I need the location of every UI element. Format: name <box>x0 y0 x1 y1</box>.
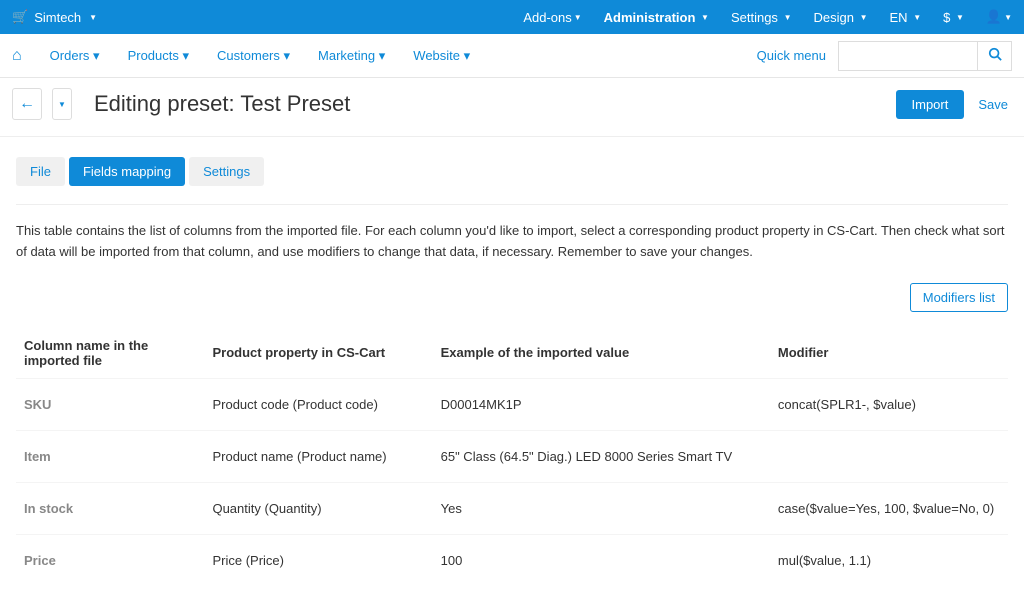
quick-menu-link[interactable]: Quick menu <box>757 48 826 63</box>
tab-settings[interactable]: Settings <box>189 157 264 186</box>
save-button[interactable]: Save <box>974 90 1012 119</box>
cell-product-property[interactable]: Quantity (Quantity) <box>204 482 432 534</box>
tabs: File Fields mapping Settings <box>16 157 1008 186</box>
chevron-down-icon: ▾ <box>93 48 100 64</box>
top-nav-currency[interactable]: $ ▼ <box>943 10 964 25</box>
brand-label: Simtech <box>34 10 81 25</box>
table-row: Item Product name (Product name) 65" Cla… <box>16 430 1008 482</box>
menu-left: ⌂ Orders ▾ Products ▾ Customers ▾ Market… <box>12 47 470 65</box>
cell-column-name: SKU <box>16 378 204 430</box>
divider <box>16 204 1008 205</box>
menu-customers[interactable]: Customers ▾ <box>217 48 290 64</box>
th-modifier: Modifier <box>770 328 1008 379</box>
top-nav-administration[interactable]: Administration ▼ <box>604 10 709 25</box>
cell-column-name: Price <box>16 534 204 586</box>
cell-modifier[interactable]: mul($value, 1.1) <box>770 534 1008 586</box>
user-icon: 👤 <box>986 9 1002 25</box>
chevron-down-icon: ▼ <box>956 13 964 22</box>
modifiers-list-button[interactable]: Modifiers list <box>910 283 1008 312</box>
chevron-down-icon: ▼ <box>701 13 709 22</box>
top-nav-settings[interactable]: Settings ▼ <box>731 10 792 25</box>
fields-table: Column name in the imported file Product… <box>16 328 1008 586</box>
menu-right: Quick menu <box>757 41 1012 71</box>
import-button[interactable]: Import <box>896 90 965 119</box>
cell-column-name: In stock <box>16 482 204 534</box>
description-text: This table contains the list of columns … <box>16 221 1008 263</box>
top-bar: 🛒 Simtech ▼ Add-ons▼ Administration ▼ Se… <box>0 0 1024 34</box>
content-area: File Fields mapping Settings This table … <box>0 137 1024 606</box>
table-row: Price Price (Price) 100 mul($value, 1.1) <box>16 534 1008 586</box>
chevron-down-icon: ▼ <box>574 13 582 22</box>
search-icon <box>988 47 1002 64</box>
chevron-down-icon: ▼ <box>784 13 792 22</box>
back-button[interactable]: ← <box>12 88 42 120</box>
top-nav-design[interactable]: Design ▼ <box>813 10 867 25</box>
chevron-down-icon: ▾ <box>284 48 291 64</box>
th-example: Example of the imported value <box>433 328 770 379</box>
th-column-name: Column name in the imported file <box>16 328 204 379</box>
top-nav-addons[interactable]: Add-ons▼ <box>523 10 581 25</box>
title-bar: ← ▼ Editing preset: Test Preset Import S… <box>0 78 1024 137</box>
top-nav-language[interactable]: EN ▼ <box>890 10 922 25</box>
cart-icon: 🛒 <box>12 9 28 25</box>
tab-fields-mapping[interactable]: Fields mapping <box>69 157 185 186</box>
brand-link[interactable]: 🛒 Simtech ▼ <box>12 9 97 25</box>
page-title: Editing preset: Test Preset <box>94 91 350 117</box>
chevron-down-icon: ▼ <box>913 13 921 22</box>
cell-modifier[interactable] <box>770 430 1008 482</box>
menu-website[interactable]: Website ▾ <box>413 48 470 64</box>
menu-orders[interactable]: Orders ▾ <box>50 48 100 64</box>
cell-column-name: Item <box>16 430 204 482</box>
chevron-down-icon: ▾ <box>183 48 190 64</box>
table-row: In stock Quantity (Quantity) Yes case($v… <box>16 482 1008 534</box>
cell-example: 65" Class (64.5" Diag.) LED 8000 Series … <box>433 430 770 482</box>
cell-modifier[interactable]: concat(SPLR1-, $value) <box>770 378 1008 430</box>
top-nav: Add-ons▼ Administration ▼ Settings ▼ Des… <box>523 9 1012 25</box>
menu-products[interactable]: Products ▾ <box>128 48 189 64</box>
title-left: ← ▼ Editing preset: Test Preset <box>12 88 350 120</box>
search-group <box>838 41 1012 71</box>
arrow-left-icon: ← <box>19 95 35 113</box>
top-nav-user[interactable]: 👤▼ <box>986 9 1012 25</box>
cell-example: D00014MK1P <box>433 378 770 430</box>
chevron-down-icon: ▼ <box>58 100 66 109</box>
home-icon[interactable]: ⌂ <box>12 47 22 65</box>
chevron-down-icon: ▾ <box>464 48 471 64</box>
brand-area: 🛒 Simtech ▼ <box>12 9 97 25</box>
table-header-row: Column name in the imported file Product… <box>16 328 1008 379</box>
title-actions: Import Save <box>896 90 1012 119</box>
cell-example: 100 <box>433 534 770 586</box>
menu-marketing[interactable]: Marketing ▾ <box>318 48 385 64</box>
chevron-down-icon: ▾ <box>379 48 386 64</box>
cell-product-property[interactable]: Product code (Product code) <box>204 378 432 430</box>
cell-modifier[interactable]: case($value=Yes, 100, $value=No, 0) <box>770 482 1008 534</box>
chevron-down-icon: ▼ <box>1004 13 1012 22</box>
tab-file[interactable]: File <box>16 157 65 186</box>
search-button[interactable] <box>978 41 1012 71</box>
menu-bar: ⌂ Orders ▾ Products ▾ Customers ▾ Market… <box>0 34 1024 78</box>
table-row: SKU Product code (Product code) D00014MK… <box>16 378 1008 430</box>
cell-product-property[interactable]: Price (Price) <box>204 534 432 586</box>
title-dropdown-button[interactable]: ▼ <box>52 88 72 120</box>
cell-example: Yes <box>433 482 770 534</box>
chevron-down-icon: ▼ <box>860 13 868 22</box>
cell-product-property[interactable]: Product name (Product name) <box>204 430 432 482</box>
chevron-down-icon: ▼ <box>89 13 97 22</box>
th-product-property: Product property in CS-Cart <box>204 328 432 379</box>
search-input[interactable] <box>838 41 978 71</box>
modifiers-list-wrap: Modifiers list <box>16 283 1008 312</box>
